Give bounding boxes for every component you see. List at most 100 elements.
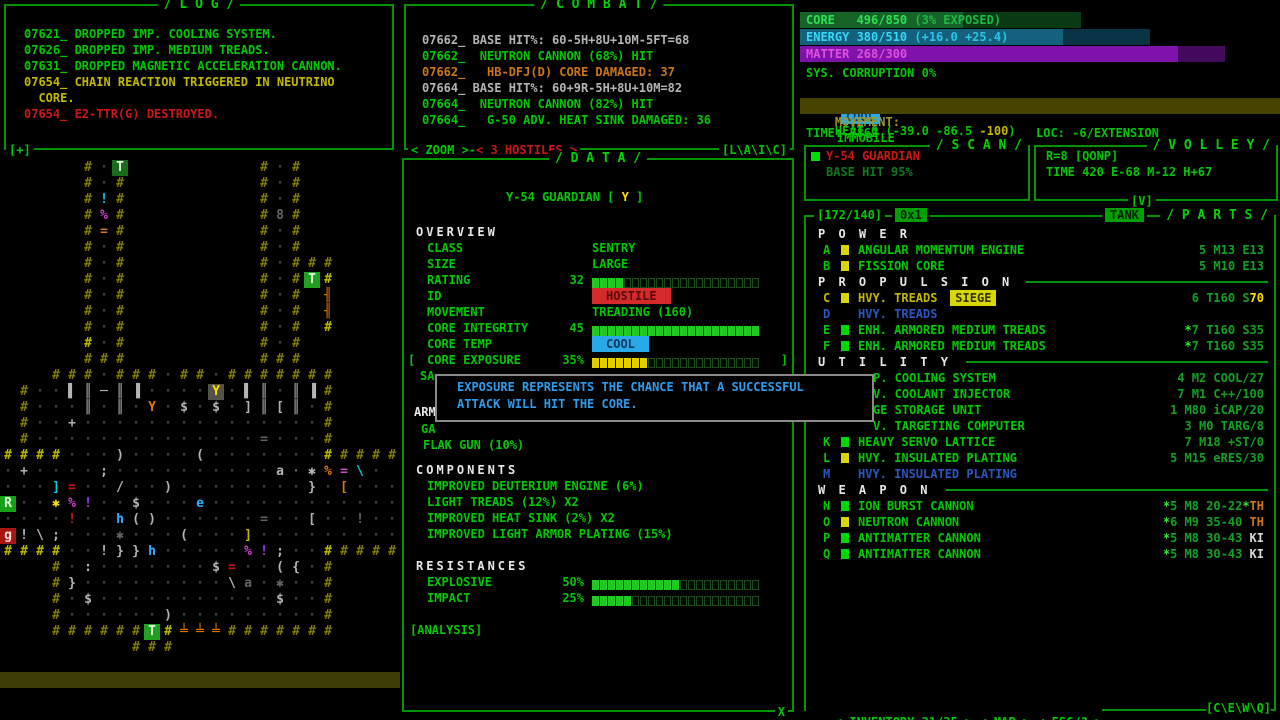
map-floor-tile[interactable]: ·: [112, 496, 128, 512]
map-wall-tile[interactable]: #: [0, 544, 16, 560]
combat-mode-tabs[interactable]: [L\A\I\C]: [719, 143, 790, 157]
map-floor-tile[interactable]: ·: [160, 544, 176, 560]
map-floor-tile[interactable]: ·: [272, 240, 288, 256]
map-wall-tile[interactable]: #: [320, 592, 336, 608]
map-floor-tile[interactable]: ·: [80, 512, 96, 528]
map-wall-tile[interactable]: #: [224, 624, 240, 640]
map-tile[interactable]: !: [256, 544, 272, 560]
map-tile[interactable]: ║: [288, 400, 304, 416]
map-floor-tile[interactable]: ·: [80, 416, 96, 432]
map-wall-tile[interactable]: #: [112, 224, 128, 240]
map-tile[interactable]: ): [160, 480, 176, 496]
map-floor-tile[interactable]: ·: [128, 592, 144, 608]
map-floor-tile[interactable]: ·: [160, 384, 176, 400]
map-tile[interactable]: $: [208, 400, 224, 416]
map-floor-tile[interactable]: ·: [96, 336, 112, 352]
map-wall-tile[interactable]: #: [16, 544, 32, 560]
map-floor-tile[interactable]: ·: [160, 432, 176, 448]
map-floor-tile[interactable]: ·: [192, 416, 208, 432]
map-floor-tile[interactable]: ·: [160, 496, 176, 512]
map-floor-tile[interactable]: ·: [384, 480, 400, 496]
map-wall-tile[interactable]: #: [288, 192, 304, 208]
map-floor-tile[interactable]: ·: [0, 464, 16, 480]
map-floor-tile[interactable]: ·: [240, 464, 256, 480]
map-tile[interactable]: ;: [48, 528, 64, 544]
map-tile[interactable]: ║: [288, 384, 304, 400]
map-floor-tile[interactable]: ·: [176, 464, 192, 480]
map-floor-tile[interactable]: ·: [272, 160, 288, 176]
map-wall-tile[interactable]: #: [256, 256, 272, 272]
map-wall-tile[interactable]: #: [160, 624, 176, 640]
map-wall-tile[interactable]: #: [80, 352, 96, 368]
map-floor-tile[interactable]: ·: [96, 528, 112, 544]
map-tile[interactable]: ✱: [272, 576, 288, 592]
map-floor-tile[interactable]: ·: [224, 384, 240, 400]
map-floor-tile[interactable]: ·: [160, 368, 176, 384]
map-tile[interactable]: ╧: [208, 624, 224, 640]
map-floor-tile[interactable]: ·: [48, 416, 64, 432]
map-floor-tile[interactable]: ·: [176, 576, 192, 592]
map-floor-tile[interactable]: ·: [96, 256, 112, 272]
map-floor-tile[interactable]: ·: [208, 512, 224, 528]
map-floor-tile[interactable]: ·: [272, 528, 288, 544]
map-floor-tile[interactable]: ·: [224, 592, 240, 608]
map-tile[interactable]: %: [64, 496, 80, 512]
map-wall-tile[interactable]: #: [320, 432, 336, 448]
map-wall-tile[interactable]: #: [320, 384, 336, 400]
map-floor-tile[interactable]: ·: [144, 480, 160, 496]
map-floor-tile[interactable]: ·: [336, 528, 352, 544]
map-floor-tile[interactable]: ·: [160, 448, 176, 464]
map-wall-tile[interactable]: #: [176, 368, 192, 384]
map-floor-tile[interactable]: ·: [224, 608, 240, 624]
map-floor-tile[interactable]: ·: [208, 576, 224, 592]
map-floor-tile[interactable]: ·: [304, 432, 320, 448]
map-tile[interactable]: $: [208, 560, 224, 576]
map-wall-tile[interactable]: #: [80, 304, 96, 320]
map-wall-tile[interactable]: #: [48, 576, 64, 592]
map-wall-tile[interactable]: #: [48, 560, 64, 576]
map-wall-tile[interactable]: #: [112, 208, 128, 224]
map-floor-tile[interactable]: ·: [32, 496, 48, 512]
map-wall-tile[interactable]: #: [288, 624, 304, 640]
map-floor-tile[interactable]: ·: [112, 560, 128, 576]
map-wall-tile[interactable]: #: [288, 304, 304, 320]
map-floor-tile[interactable]: ·: [192, 576, 208, 592]
map-floor-tile[interactable]: ·: [352, 528, 368, 544]
map-floor-tile[interactable]: ·: [64, 448, 80, 464]
map-floor-tile[interactable]: ·: [224, 416, 240, 432]
map-tile[interactable]: ]: [48, 480, 64, 496]
map-floor-tile[interactable]: ·: [32, 400, 48, 416]
map-tile[interactable]: T: [112, 160, 128, 176]
map-floor-tile[interactable]: ·: [240, 480, 256, 496]
map-wall-tile[interactable]: #: [80, 240, 96, 256]
map-floor-tile[interactable]: ·: [80, 608, 96, 624]
map-wall-tile[interactable]: #: [288, 336, 304, 352]
map-floor-tile[interactable]: ·: [192, 384, 208, 400]
map-tile[interactable]: \: [32, 528, 48, 544]
map-floor-tile[interactable]: ·: [128, 400, 144, 416]
map-floor-tile[interactable]: ·: [96, 512, 112, 528]
map-wall-tile[interactable]: #: [48, 448, 64, 464]
map-floor-tile[interactable]: ·: [144, 416, 160, 432]
volley-tab[interactable]: [V]: [1128, 194, 1156, 208]
map-floor-tile[interactable]: ·: [128, 528, 144, 544]
map-floor-tile[interactable]: ·: [176, 496, 192, 512]
map-wall-tile[interactable]: #: [256, 304, 272, 320]
map-wall-tile[interactable]: #: [384, 448, 400, 464]
map-wall-tile[interactable]: #: [368, 544, 384, 560]
map-wall-tile[interactable]: #: [224, 368, 240, 384]
part-row[interactable]: NION BURST CANNON*5 M8 20-22*TH: [806, 498, 1274, 514]
map-wall-tile[interactable]: #: [64, 368, 80, 384]
map-floor-tile[interactable]: ·: [240, 512, 256, 528]
map-wall-tile[interactable]: #: [240, 368, 256, 384]
map-floor-tile[interactable]: ·: [96, 160, 112, 176]
part-row[interactable]: CHVY. TREADSSIEGE6 T160 S70: [806, 290, 1274, 306]
map-wall-tile[interactable]: #: [336, 448, 352, 464]
map-tile[interactable]: \: [224, 576, 240, 592]
map-floor-tile[interactable]: ·: [144, 464, 160, 480]
map-wall-tile[interactable]: #: [80, 336, 96, 352]
map-tile[interactable]: :: [80, 560, 96, 576]
map-wall-tile[interactable]: #: [256, 272, 272, 288]
map-wall-tile[interactable]: #: [112, 176, 128, 192]
map-floor-tile[interactable]: ·: [128, 608, 144, 624]
